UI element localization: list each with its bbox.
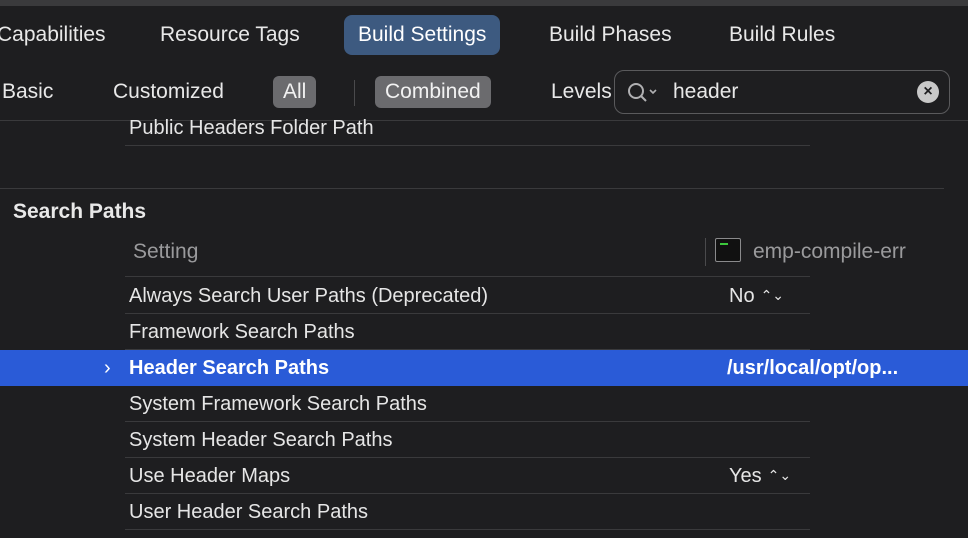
setting-row-header-search-paths[interactable]: › Header Search Paths /usr/local/opt/op.… — [0, 350, 968, 386]
setting-value: No — [729, 285, 755, 307]
setting-row-always-search-user-paths[interactable]: Always Search User Paths (Deprecated) — [129, 278, 488, 314]
tab-build-rules[interactable]: Build Rules — [729, 15, 835, 55]
setting-value: Yes — [729, 465, 762, 487]
setting-value-popup[interactable]: Yes ⌃⌄ — [729, 458, 791, 495]
setting-value-popup[interactable]: No ⌃⌄ — [729, 278, 784, 315]
section-title[interactable]: Search Paths — [13, 196, 146, 228]
disclosure-chevron-icon[interactable]: › — [104, 350, 111, 386]
filter-levels-button[interactable]: Levels — [551, 76, 612, 108]
setting-row-use-header-maps[interactable]: Use Header Maps — [129, 458, 290, 494]
filter-combined-button[interactable]: Combined — [375, 76, 491, 108]
setting-row-framework-search-paths[interactable]: Framework Search Paths — [129, 314, 355, 350]
tab-resource-tags[interactable]: Resource Tags — [160, 15, 300, 55]
setting-label: Header Search Paths — [129, 357, 330, 379]
magnifying-glass-icon[interactable] — [627, 82, 659, 104]
filter-customized-button[interactable]: Customized — [113, 76, 224, 108]
setting-row-system-framework-search-paths[interactable]: System Framework Search Paths — [129, 386, 427, 422]
search-input[interactable] — [673, 77, 903, 107]
row-divider — [125, 529, 810, 530]
column-divider[interactable] — [705, 238, 706, 266]
stepper-icon: ⌃⌄ — [760, 287, 785, 303]
clear-icon[interactable]: × — [917, 81, 939, 103]
tab-build-settings[interactable]: Build Settings — [344, 15, 501, 55]
search-field[interactable]: × — [614, 70, 950, 114]
setting-row-public-headers[interactable]: Public Headers Folder Path — [129, 110, 374, 146]
tab-build-phases[interactable]: Build Phases — [549, 15, 672, 55]
terminal-target-icon — [715, 238, 741, 262]
filter-all-button[interactable]: All — [273, 76, 317, 108]
column-header-setting: Setting — [133, 240, 199, 263]
filter-basic-button[interactable]: Basic — [2, 76, 53, 108]
section-divider — [0, 188, 944, 189]
stepper-icon: ⌃⌄ — [767, 467, 792, 483]
row-divider — [125, 276, 810, 277]
setting-row-system-header-search-paths[interactable]: System Header Search Paths — [129, 422, 392, 458]
row-divider — [125, 145, 810, 146]
column-header-target: emp-compile-err — [753, 240, 906, 263]
tab-capabilities[interactable]: Capabilities — [0, 15, 106, 55]
setting-row-user-header-search-paths[interactable]: User Header Search Paths — [129, 494, 368, 530]
editor-tab-bar: Capabilities Resource Tags Build Setting… — [0, 6, 968, 62]
filter-divider — [354, 80, 355, 106]
setting-value[interactable]: /usr/local/opt/op... — [727, 350, 898, 386]
